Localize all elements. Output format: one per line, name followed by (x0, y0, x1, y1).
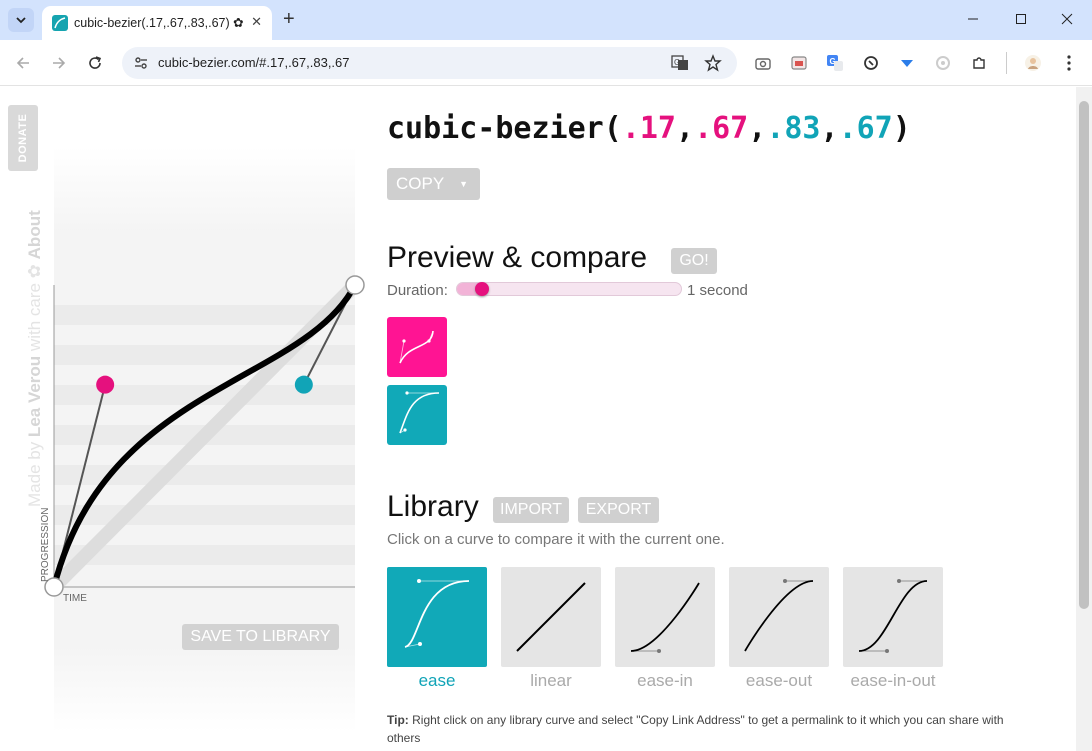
comma: , (676, 111, 695, 146)
bookmark-star-icon[interactable] (704, 54, 722, 72)
comma: , (748, 111, 767, 146)
svg-text:G: G (674, 58, 680, 67)
library-label-ease: ease (418, 671, 456, 690)
translate-icon[interactable]: G (671, 55, 689, 71)
toolbar-divider (1006, 52, 1007, 74)
tab-search-button[interactable] (8, 8, 34, 32)
copy-label: COPY (396, 174, 445, 193)
browser-tab[interactable]: cubic-bezier(.17,.67,.83,.67) ✿ · ✕ (42, 6, 272, 40)
mini-curve-icon (399, 330, 434, 364)
progression-axis-label: PROGRESSION (40, 508, 51, 582)
library-item-ease[interactable] (387, 567, 487, 667)
camera-icon[interactable] (753, 53, 773, 73)
ease-out-curve-icon (744, 579, 814, 652)
new-tab-button[interactable]: + (283, 8, 295, 30)
scrollbar-thumb[interactable] (1079, 101, 1089, 609)
gear-extension-icon[interactable] (933, 53, 953, 73)
url-text: cubic-bezier.com/#.17,.67,.83,.67 (158, 55, 350, 70)
close-window-icon[interactable] (1057, 9, 1077, 29)
import-button[interactable]: IMPORT (493, 497, 569, 523)
grid-stripe (54, 345, 355, 365)
library-item-ease-in[interactable] (615, 567, 715, 667)
copy-button[interactable]: COPY ▼ (387, 168, 480, 200)
favicon-icon (52, 15, 68, 31)
library-item-ease-out[interactable] (729, 567, 829, 667)
bezier-function-title: cubic-bezier(.17,.67,.83,.67) (387, 111, 911, 146)
library-label-ease-in: ease-in (637, 671, 693, 690)
end-point (345, 275, 365, 295)
library-description: Click on a curve to compare it with the … (387, 531, 725, 548)
sync-extension-icon[interactable] (861, 53, 881, 73)
forward-icon[interactable] (49, 53, 69, 73)
close-paren: ) (892, 111, 911, 146)
preview-compare-curve[interactable] (387, 385, 447, 445)
duration-slider[interactable] (456, 282, 682, 296)
duration-slider-thumb[interactable] (475, 282, 490, 296)
address-bar[interactable]: cubic-bezier.com/#.17,.67,.83,.67 G (122, 47, 737, 79)
ease-in-out-curve-icon (858, 579, 928, 653)
page-scrollbar[interactable] (1076, 87, 1092, 751)
time-axis-label: TIME (63, 593, 87, 604)
grid-stripe (54, 465, 355, 485)
browser-toolbar: cubic-bezier.com/#.17,.67,.83,.67 G G (0, 40, 1092, 86)
library-item-linear[interactable] (501, 567, 601, 667)
preview-heading: Preview & compare (387, 241, 648, 274)
save-to-library-button[interactable]: SAVE TO LIBRARY (182, 624, 339, 650)
export-button[interactable]: EXPORT (578, 497, 659, 523)
control-point-2[interactable] (294, 375, 313, 394)
linear-curve-icon (516, 582, 586, 652)
download-extension-icon[interactable] (897, 53, 917, 73)
library-item-ease-in-out[interactable] (843, 567, 943, 667)
screenshot-extension-icon[interactable] (789, 53, 809, 73)
tab-strip: cubic-bezier(.17,.67,.83,.67) ✿ · ✕ + (0, 0, 1092, 40)
tip-body: Right click on any library curve and sel… (387, 713, 1004, 745)
p2y-value: .67 (838, 111, 893, 146)
chevron-down-icon (16, 17, 26, 24)
go-button[interactable]: GO! (671, 248, 717, 274)
p2x-value: .83 (766, 111, 821, 146)
page-content: DONATE Made by Lea Verou with care ✿ Abo… (0, 87, 1076, 751)
library-heading: Library (387, 490, 479, 523)
caret-down-icon: ▼ (459, 179, 468, 189)
comma: , (820, 111, 839, 146)
maximize-icon[interactable] (1011, 9, 1031, 29)
tab-title: cubic-bezier(.17,.67,.83,.67) ✿ · (74, 16, 244, 30)
more-menu-icon[interactable] (1059, 53, 1079, 73)
p1x-value: .17 (621, 111, 676, 146)
library-label-ease-in-out: ease-in-out (850, 671, 936, 690)
bezier-graph[interactable]: PROGRESSION TIME (0, 87, 380, 687)
library-label-ease-out: ease-out (745, 671, 813, 690)
tip-label: Tip: (387, 713, 409, 727)
preview-current-curve[interactable] (387, 317, 447, 377)
control-point-1[interactable] (96, 375, 115, 394)
duration-value: 1 second (687, 282, 748, 299)
duration-label: Duration: (387, 282, 448, 299)
profile-avatar-icon[interactable] (1023, 53, 1043, 73)
mini-curve-icon (399, 391, 440, 434)
site-settings-icon[interactable] (133, 55, 149, 71)
google-translate-icon[interactable]: G (825, 53, 845, 73)
close-tab-icon[interactable]: ✕ (251, 14, 262, 30)
tip-text: Tip: Right click on any library curve an… (387, 711, 1027, 747)
minimize-icon[interactable] (963, 9, 983, 29)
extensions-puzzle-icon[interactable] (969, 53, 989, 73)
back-icon[interactable] (13, 53, 33, 73)
reload-icon[interactable] (85, 53, 105, 73)
ease-curve-icon (404, 579, 470, 648)
grid-stripe (54, 505, 355, 525)
func-name: cubic-bezier( (387, 111, 622, 146)
ease-in-curve-icon (630, 582, 700, 653)
library-label-linear: linear (530, 671, 572, 690)
p1y-value: .67 (694, 111, 749, 146)
